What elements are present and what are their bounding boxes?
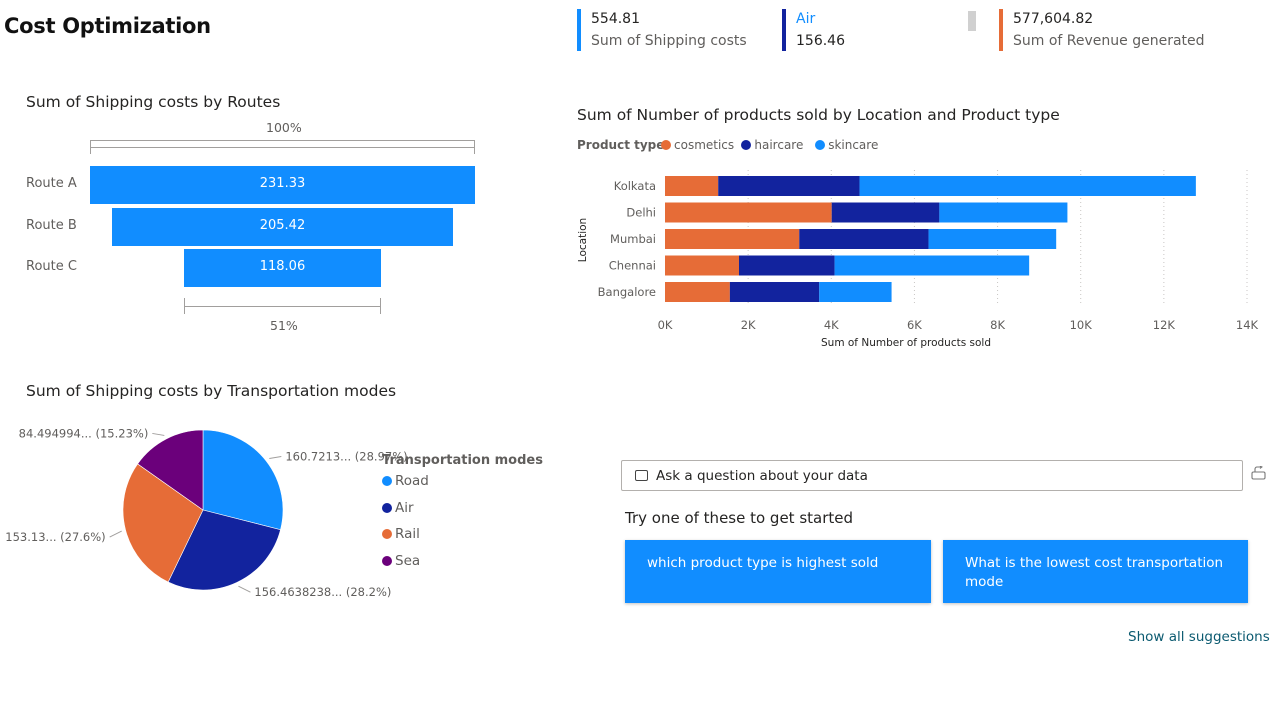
bar-segment-haircare <box>799 229 929 249</box>
legend-label: Rail <box>395 526 420 542</box>
kpi-label: Sum of Shipping costs <box>591 33 747 49</box>
funnel-category-label: Route B <box>26 217 77 233</box>
legend-label: skincare <box>828 138 879 152</box>
bar-segment-haircare <box>738 255 835 276</box>
funnel-bottom-bracket-right <box>380 298 381 314</box>
chat-icon <box>635 470 648 481</box>
bar-segment-haircare <box>831 202 940 223</box>
kpi-label: Air <box>796 11 816 27</box>
pie-chart: 160.7213... (28.97%)156.4638238... (28.2… <box>5 426 407 599</box>
pie-data-label: 153.13... (27.6%) <box>5 530 105 544</box>
legend-dot <box>815 140 826 150</box>
pie-data-label: 156.4638238... (28.2%) <box>254 585 391 599</box>
x-tick-label: 0K <box>658 318 673 332</box>
y-category-label: Delhi <box>626 206 656 220</box>
x-tick-label: 2K <box>741 318 756 332</box>
bar-segment-cosmetics <box>665 176 719 196</box>
qa-try-text: Try one of these to get started <box>625 509 854 527</box>
x-axis-label: Sum of Number of products sold <box>821 337 991 349</box>
bar-segment-haircare <box>729 282 820 302</box>
qa-placeholder: Ask a question about your data <box>656 468 868 484</box>
funnel-category-label: Route A <box>26 176 77 191</box>
pie-title: Sum of Shipping costs by Transportation … <box>26 382 397 400</box>
kpi-value: 577,604.82 <box>1013 11 1094 27</box>
legend-label: cosmetics <box>674 138 735 152</box>
funnel-category-label: Route C <box>26 259 77 274</box>
x-tick-label: 14K <box>1236 318 1259 332</box>
kpi-value: 554.81 <box>591 11 640 27</box>
pie-legend-title: Transportation modes <box>382 453 543 468</box>
funnel-data-label: 118.06 <box>259 259 306 274</box>
x-tick-label: 4K <box>824 318 839 332</box>
legend-item-haircare[interactable]: haircare <box>741 138 803 152</box>
legend-label: Air <box>395 499 414 516</box>
legend-dot <box>382 555 392 566</box>
bar-segment-skincare <box>928 229 1057 249</box>
bar-segment-cosmetics <box>665 282 730 302</box>
convert-icon[interactable] <box>1251 466 1266 480</box>
legend-dot <box>382 476 392 486</box>
legend-item-sea[interactable]: Sea <box>382 553 420 569</box>
legend-dot <box>382 502 392 513</box>
bar-segment-cosmetics <box>665 202 832 223</box>
funnel-title: Sum of Shipping costs by Routes <box>26 93 281 111</box>
kpi-value: 156.46 <box>796 33 845 49</box>
y-category-label: Mumbai <box>610 232 656 246</box>
funnel-top-pct: 100% <box>266 120 302 135</box>
legend-item-skincare[interactable]: skincare <box>815 138 878 152</box>
pie-leader-line <box>238 585 251 593</box>
pie-leader-line <box>109 530 122 538</box>
legend-dot <box>382 529 392 539</box>
funnel-data-label: 205.42 <box>259 217 306 233</box>
y-category-label: Kolkata <box>614 179 656 193</box>
kpi-accent-bar <box>577 9 581 51</box>
kpi-placeholder-bar <box>968 11 976 31</box>
y-axis-label: Location <box>577 218 589 262</box>
funnel-bar[interactable]: 118.06 <box>184 249 381 287</box>
bar-segment-skincare <box>819 282 892 302</box>
funnel-bottom-bracket-line <box>184 306 381 307</box>
stacked-legend-title: Product type <box>577 138 665 152</box>
page-title: Cost Optimization <box>4 14 211 38</box>
y-category-label: Bangalore <box>598 285 656 299</box>
funnel-bar[interactable]: 205.42 <box>111 207 454 246</box>
kpi-accent-bar <box>782 9 786 51</box>
legend-dot <box>741 140 752 150</box>
stacked-bar-chart: 0K 2K 4K 6K 8K 10K 12K 14K Kolkata Delhi Mumbai Che… <box>577 170 1259 349</box>
qa-input[interactable]: Ask a question about your data <box>621 460 1243 491</box>
pie-leader-line <box>269 455 282 459</box>
legend-item-air[interactable]: Air <box>382 500 414 516</box>
y-category-label: Chennai <box>609 259 656 273</box>
legend-item-rail[interactable]: Rail <box>382 526 420 542</box>
bar-segment-skincare <box>834 255 1030 276</box>
show-all-suggestions-link[interactable]: Show all suggestions <box>1128 629 1270 645</box>
legend-label: Road <box>395 473 429 489</box>
legend-label: haircare <box>754 138 804 152</box>
kpi-accent-bar <box>999 9 1003 51</box>
funnel-data-label: 231.33 <box>259 176 306 191</box>
bar-segment-skincare <box>939 202 1068 223</box>
bar-segment-haircare <box>718 176 860 196</box>
x-tick-label: 8K <box>990 318 1005 332</box>
x-tick-label: 10K <box>1070 318 1093 332</box>
funnel-bottom-pct: 51% <box>270 318 298 333</box>
suggestion-button[interactable]: What is the lowest cost transportation m… <box>943 540 1248 603</box>
funnel-bottom-bracket-left <box>184 298 185 314</box>
funnel-bar[interactable]: 231.33 <box>90 166 475 204</box>
funnel-top-bracket-line <box>90 147 475 148</box>
kpi-label: Sum of Revenue generated <box>1013 33 1205 49</box>
stacked-title: Sum of Number of products sold by Locati… <box>577 106 1060 124</box>
legend-label: Sea <box>395 552 421 569</box>
bar-segment-cosmetics <box>665 255 739 276</box>
pie-data-label: 84.494994... (15.23%) <box>19 426 149 440</box>
suggestion-button[interactable]: which product type is highest sold <box>625 540 931 603</box>
bar-segment-skincare <box>859 176 1196 196</box>
pie-leader-line <box>152 432 165 436</box>
x-tick-label: 12K <box>1153 318 1176 332</box>
legend-item-cosmetics[interactable]: cosmetics <box>661 138 734 152</box>
x-tick-label: 6K <box>907 318 922 332</box>
legend-item-road[interactable]: Road <box>382 473 429 489</box>
bar-segment-cosmetics <box>665 229 800 249</box>
legend-dot <box>661 140 671 150</box>
